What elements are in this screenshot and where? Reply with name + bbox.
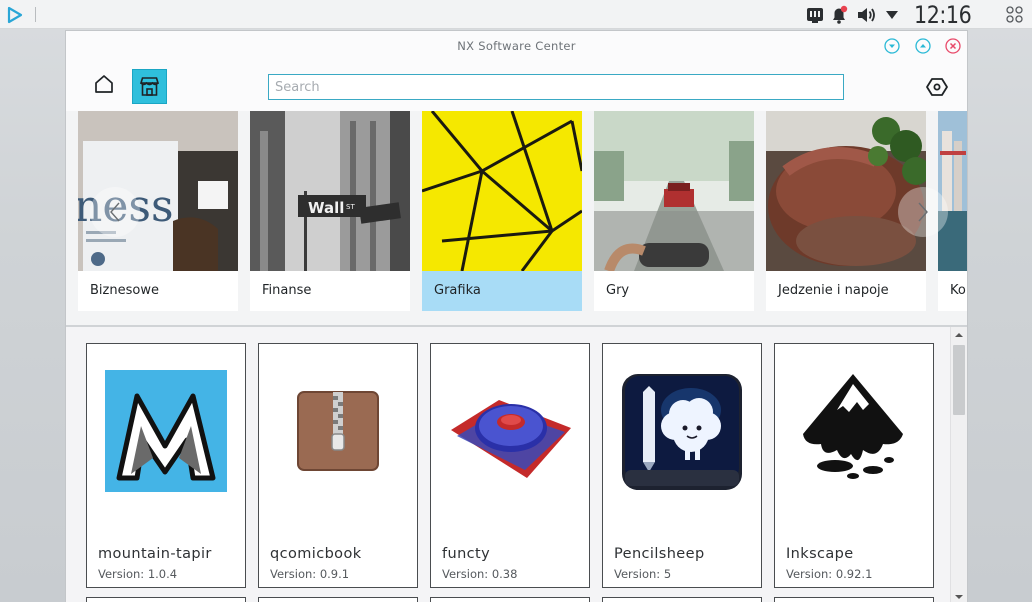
category-label: Ko [938,271,967,311]
category-label: Grafika [422,271,582,311]
torus-plot-icon [449,370,571,492]
app-version: Version: 0.92.1 [786,567,873,581]
scrollbar-thumb[interactable] [953,345,965,415]
category-finanse[interactable]: Wall ST Finanse [250,111,410,311]
store-button[interactable] [132,69,167,104]
mountain-tapir-icon [105,370,227,492]
launcher-icon[interactable] [7,6,23,24]
settings-button[interactable] [925,75,949,99]
maximize-button[interactable] [915,38,931,54]
category-image [938,111,967,271]
category-grafika[interactable]: Grafika [422,111,582,311]
arrow-down-icon [955,595,963,599]
carousel-prev-button[interactable] [90,187,140,237]
chevron-left-icon [110,202,120,222]
category-label: Finanse [250,271,410,311]
minimize-button[interactable] [884,38,900,54]
archive-icon [277,370,399,492]
taskbar-icon[interactable] [805,5,825,25]
app-card-next-row[interactable] [430,597,590,602]
close-button[interactable] [945,38,961,54]
category-image: Wall ST [250,111,410,271]
titlebar[interactable]: NX Software Center [66,31,967,61]
app-version: Version: 0.38 [442,567,518,581]
home-button[interactable] [92,72,116,96]
settings-hexagon-icon [926,78,948,96]
notification-bell-icon[interactable] [829,5,849,25]
top-panel: 12:16 [0,0,1032,29]
app-card-mountain-tapir[interactable]: mountain-tapir Version: 1.0.4 [86,343,246,588]
app-card-functy[interactable]: functy Version: 0.38 [430,343,590,588]
window-title: NX Software Center [457,39,576,53]
app-name: Pencilsheep [614,546,705,562]
app-card-next-row[interactable] [774,597,934,602]
category-carousel: ness Biznesowe Wall ST Finanse Grafika G… [66,111,967,325]
category-gry[interactable]: Gry [594,111,754,311]
home-icon [95,75,113,93]
arrow-up-icon [955,333,963,337]
app-name: qcomicbook [270,546,362,562]
category-label: Biznesowe [78,271,238,311]
app-version: Version: 1.0.4 [98,567,178,581]
app-card-next-row[interactable] [602,597,762,602]
apps-grid-icon[interactable] [1005,5,1025,25]
app-name: functy [442,546,491,562]
svg-text:ST: ST [346,203,355,211]
store-icon [139,77,160,96]
app-name: mountain-tapir [98,546,212,562]
category-image [594,111,754,271]
category-image [766,111,926,271]
app-name: Inkscape [786,546,854,562]
software-center-window: NX Software Center ness [65,30,968,602]
app-grid-scrollbar[interactable] [950,327,967,602]
app-card-next-row[interactable] [86,597,246,602]
app-card-next-row[interactable] [258,597,418,602]
app-card-qcomicbook[interactable]: qcomicbook Version: 0.9.1 [258,343,418,588]
app-version: Version: 5 [614,567,672,581]
scroll-up-button[interactable] [951,327,967,341]
scroll-down-button[interactable] [951,589,967,602]
category-image [422,111,582,271]
clock[interactable]: 12:16 [914,1,972,29]
category-label: Gry [594,271,754,311]
chevron-right-icon [918,202,928,222]
carousel-next-button[interactable] [898,187,948,237]
app-card-pencilsheep[interactable]: Pencilsheep Version: 5 [602,343,762,588]
inkscape-icon [793,370,915,492]
search-input[interactable] [268,74,844,100]
category-label: Jedzenie i napoje [766,271,926,311]
pencilsheep-icon [621,370,743,492]
app-version: Version: 0.9.1 [270,567,350,581]
svg-text:Wall: Wall [308,199,344,217]
app-card-inkscape[interactable]: Inkscape Version: 0.92.1 [774,343,934,588]
panel-separator [35,7,36,22]
app-grid: mountain-tapir Version: 1.0.4 qcomicbook… [66,327,950,602]
volume-icon[interactable] [856,5,876,25]
network-dropdown-icon[interactable] [885,5,905,25]
